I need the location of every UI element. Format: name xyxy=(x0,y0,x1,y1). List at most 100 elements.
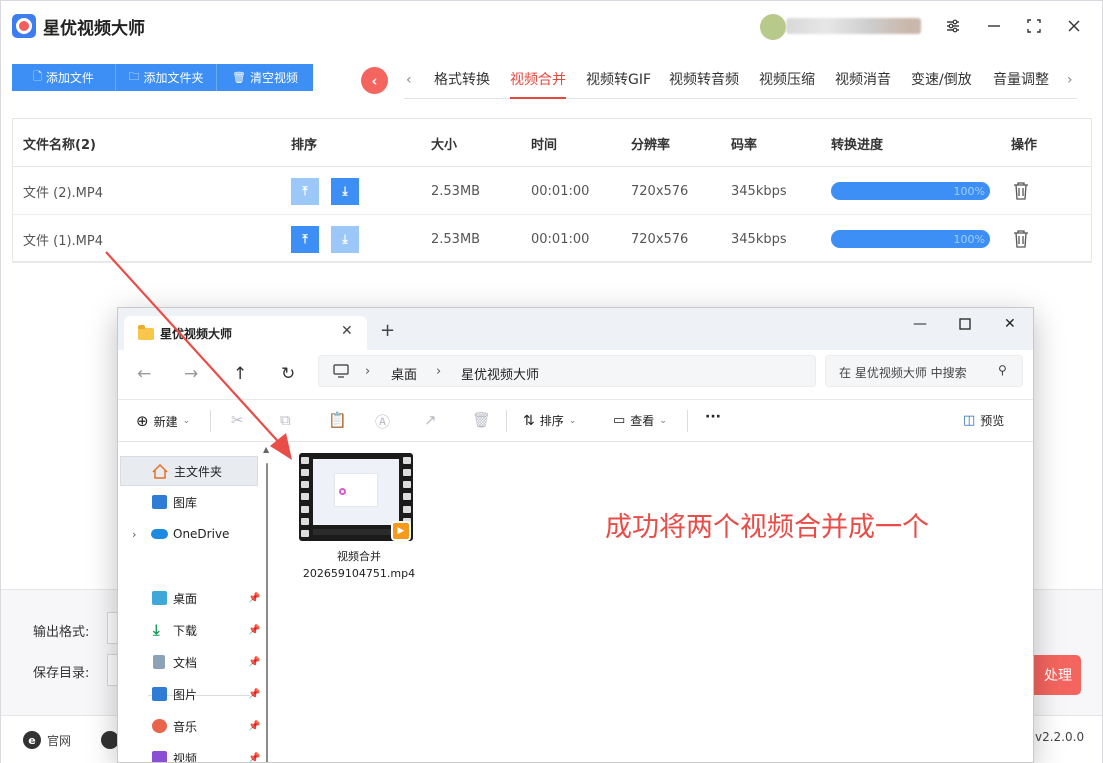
close-icon[interactable]: ✕ xyxy=(1004,316,1016,332)
function-tabs: ‹ 格式转换 视频合并 视频转GIF 视频转音频 视频压缩 视频消音 变速/倒放… xyxy=(404,65,1077,99)
add-folder-button[interactable]: 🗀 添加文件夹 xyxy=(115,64,216,91)
share-icon[interactable]: ↗ xyxy=(424,411,437,429)
progress-bar: 100% xyxy=(831,230,990,248)
tab-format-convert[interactable]: 格式转换 xyxy=(434,69,490,99)
pictures-icon xyxy=(152,687,167,701)
progress-cell: 100% xyxy=(831,167,990,215)
preview-pane-icon: ◫ xyxy=(963,413,976,428)
website-link[interactable]: e 官网 xyxy=(23,731,71,749)
tab-close-icon[interactable]: ✕ xyxy=(341,323,353,339)
breadcrumb-current[interactable]: 星优视频大师 xyxy=(461,364,539,383)
sidebar-item-desktop[interactable]: 桌面 📌 xyxy=(120,583,260,613)
home-icon xyxy=(152,464,168,479)
username-blurred xyxy=(786,18,921,34)
tab-scroll-right-icon[interactable]: › xyxy=(1067,72,1073,88)
scroll-up-icon[interactable]: ▲ xyxy=(263,445,269,454)
trash-icon: 🗑 xyxy=(232,71,246,84)
sort-button[interactable]: ⇅ 排序 ⌄ xyxy=(523,412,576,429)
sidebar-item-onedrive[interactable]: › OneDrive xyxy=(120,519,258,549)
forward-arrow-icon[interactable]: → xyxy=(184,364,198,384)
trash-icon[interactable] xyxy=(1013,230,1029,248)
move-up-button[interactable]: ⤒ xyxy=(291,177,319,205)
col-size: 大小 xyxy=(431,137,458,153)
pin-icon[interactable]: 📌 xyxy=(248,657,260,668)
tab-volume-adjust[interactable]: 音量调整 xyxy=(993,69,1049,99)
video-icon xyxy=(152,751,167,762)
chevron-down-icon: ⌄ xyxy=(568,415,577,426)
app-title: 星优视频大师 xyxy=(43,19,145,39)
col-filename: 文件名称(2) xyxy=(23,137,96,153)
up-arrow-icon[interactable]: ↑ xyxy=(233,364,247,384)
maximize-icon[interactable] xyxy=(959,316,971,334)
sidebar-item-downloads[interactable]: ⤓ 下载 📌 xyxy=(120,615,260,645)
view-button[interactable]: ▭ 查看 ⌄ xyxy=(613,412,667,429)
move-down-button[interactable]: ⤓ xyxy=(331,225,359,253)
avatar[interactable] xyxy=(760,14,786,40)
pin-icon[interactable]: 📌 xyxy=(248,625,260,636)
video-file-thumbnail[interactable]: ▶ xyxy=(299,453,413,541)
cut-icon[interactable]: ✂ xyxy=(231,411,244,429)
maximize-icon[interactable] xyxy=(1023,15,1045,37)
monitor-icon xyxy=(333,364,349,378)
close-icon[interactable] xyxy=(1063,15,1085,37)
col-progress: 转换进度 xyxy=(831,137,884,153)
pin-icon[interactable]: 📌 xyxy=(248,689,260,700)
search-placeholder: 在 星优视频大师 中搜索 xyxy=(839,366,967,380)
progress-bar: 100% xyxy=(831,182,990,200)
delete-icon[interactable]: 🗑 xyxy=(472,411,491,429)
preview-pane-button[interactable]: ◫ 预览 xyxy=(963,412,1004,429)
copy-icon[interactable]: ⧉ xyxy=(280,411,291,429)
file-label[interactable]: 视频合并 202659104751.mp4 xyxy=(284,548,434,582)
sidebar-item-gallery[interactable]: 图库 xyxy=(120,487,258,517)
save-dir-label: 保存目录: xyxy=(33,666,90,681)
app-titlebar: 星优视频大师 xyxy=(1,1,1102,53)
settings-sliders-icon[interactable] xyxy=(942,15,964,37)
sidebar-item-pictures[interactable]: 图片 📌 xyxy=(120,679,260,709)
tab-scroll-left-icon[interactable]: ‹ xyxy=(406,72,412,88)
refresh-icon[interactable]: ↻ xyxy=(281,364,295,384)
rename-icon[interactable]: Ⓐ xyxy=(375,411,390,432)
move-up-button[interactable]: ⤒ xyxy=(291,225,319,253)
col-resolution: 分辨率 xyxy=(631,137,671,153)
explorer-tab[interactable]: 星优视频大师 ✕ xyxy=(124,316,367,350)
sidebar-item-music[interactable]: 音乐 📌 xyxy=(120,711,260,741)
bitrate-cell: 345kbps xyxy=(731,231,787,247)
sidebar-item-documents[interactable]: 文档 📌 xyxy=(120,647,260,677)
pin-icon[interactable]: 📌 xyxy=(248,721,260,732)
file-explorer-window: 星优视频大师 ✕ + — ✕ ← → ↑ ↻ › 桌面 › 星优视频大师 在 星… xyxy=(117,307,1034,763)
pin-icon[interactable]: 📌 xyxy=(248,593,260,604)
gallery-icon xyxy=(152,495,167,509)
clear-video-button[interactable]: 🗑 清空视频 xyxy=(216,64,313,91)
more-options-button[interactable]: ··· xyxy=(705,409,721,425)
sidebar-item-videos[interactable]: 视频 📌 xyxy=(120,743,260,763)
tab-video-to-gif[interactable]: 视频转GIF xyxy=(586,69,651,99)
sort-cell: ⤒ ⤓ xyxy=(291,215,359,263)
app-logo-icon xyxy=(339,488,346,495)
paste-icon[interactable]: 📋 xyxy=(328,411,347,429)
address-bar[interactable]: › 桌面 › 星优视频大师 xyxy=(318,355,816,387)
pin-icon[interactable]: 📌 xyxy=(248,753,260,763)
tab-video-compress[interactable]: 视频压缩 xyxy=(759,69,815,99)
website-icon: e xyxy=(23,731,41,749)
minimize-icon[interactable] xyxy=(983,15,1005,37)
back-arrow-icon[interactable]: ← xyxy=(137,364,151,384)
minimize-icon[interactable]: — xyxy=(913,316,927,332)
add-file-button[interactable]: 🗋 添加文件 xyxy=(12,64,115,91)
new-tab-icon[interactable]: + xyxy=(380,320,395,341)
tab-video-merge[interactable]: 视频合并 xyxy=(510,69,566,99)
new-button[interactable]: ⊕ 新建 ⌄ xyxy=(136,412,190,430)
folder-content: ▶ 视频合并 202659104751.mp4 成功将两个视频合并成一个 xyxy=(276,443,1033,762)
tab-video-to-audio[interactable]: 视频转音频 xyxy=(669,69,739,99)
search-input[interactable]: 在 星优视频大师 中搜索 ⚲ xyxy=(825,355,1023,387)
move-down-button[interactable]: ⤓ xyxy=(331,177,359,205)
trash-icon[interactable] xyxy=(1013,182,1029,200)
sidebar-item-home[interactable]: 主文件夹 xyxy=(120,456,258,486)
tab-video-mute[interactable]: 视频消音 xyxy=(835,69,891,99)
tab-speed-reverse[interactable]: 变速/倒放 xyxy=(911,69,972,99)
collapse-left-button[interactable]: ‹ xyxy=(361,67,388,94)
table-header: 文件名称(2) 排序 大小 时间 分辨率 码率 转换进度 操作 xyxy=(13,119,1091,167)
version-label: v2.2.0.0 xyxy=(1035,730,1085,744)
sort-cell: ⤒ ⤓ xyxy=(291,167,359,215)
breadcrumb-desktop[interactable]: 桌面 xyxy=(391,364,417,383)
sidebar-scrollbar[interactable] xyxy=(266,463,268,762)
